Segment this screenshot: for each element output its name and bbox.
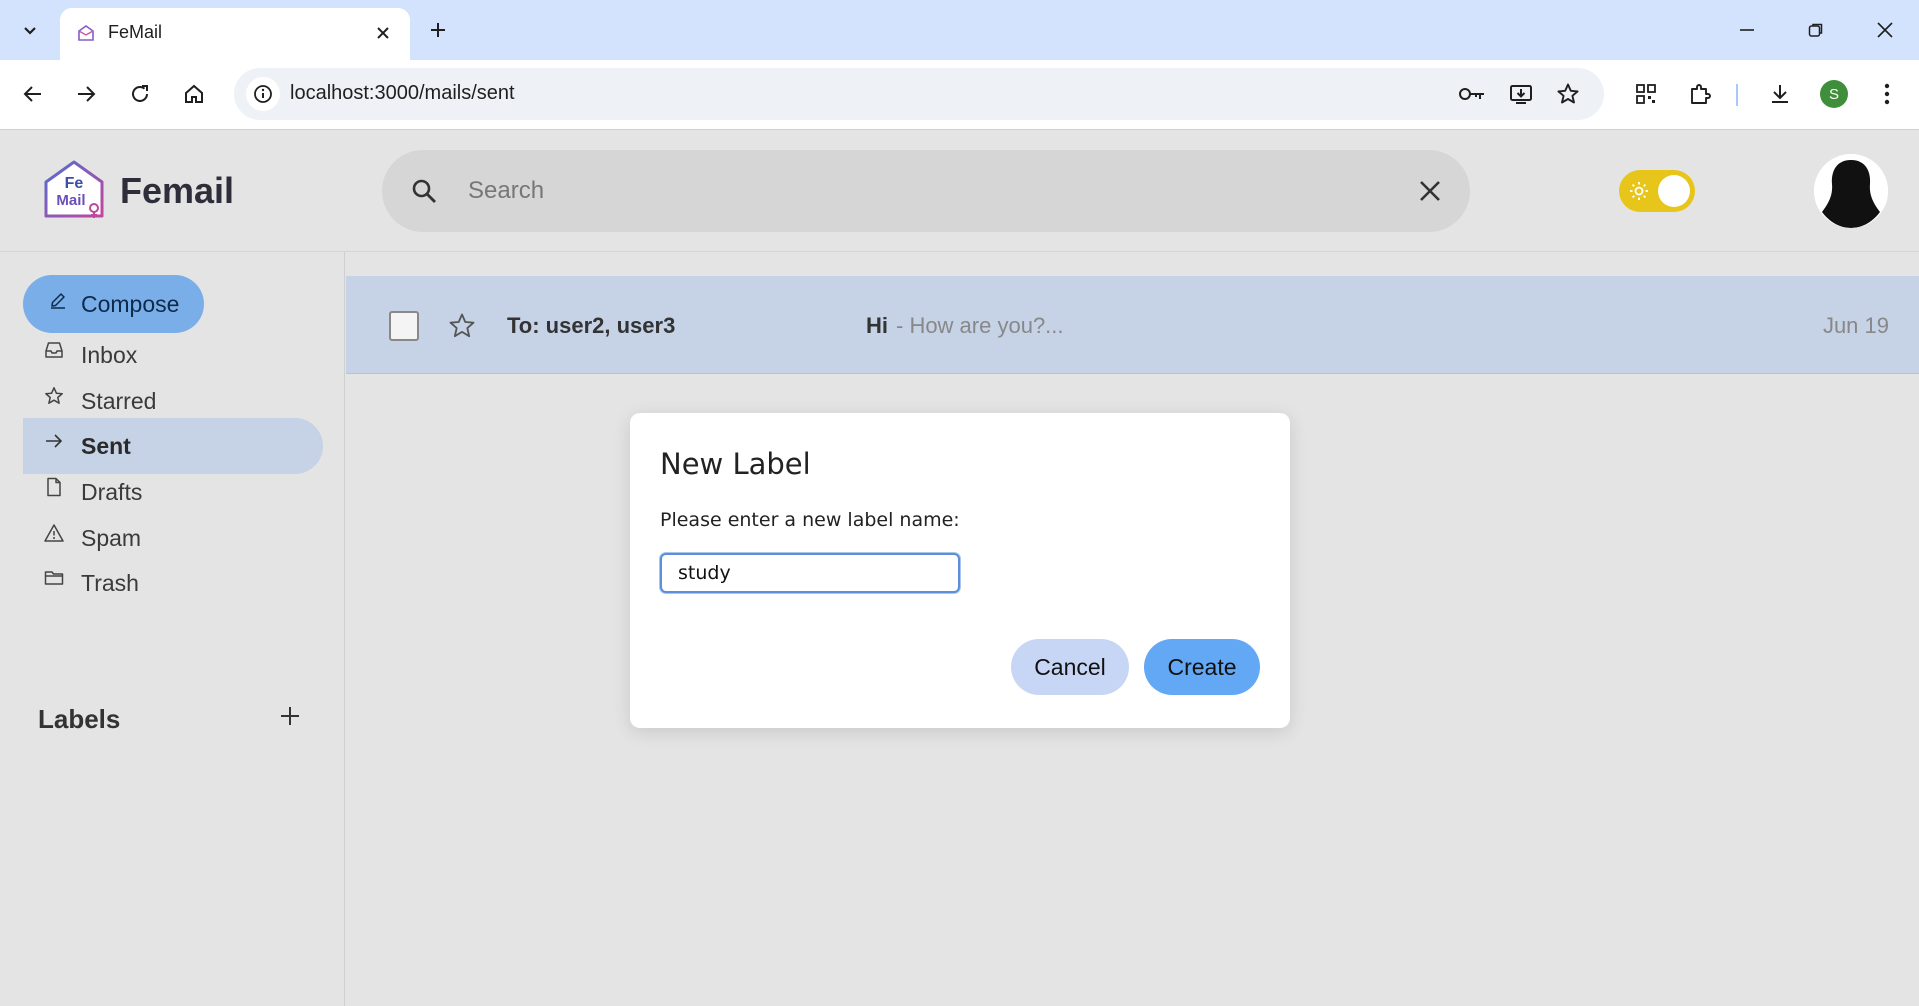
new-label-dialog: New Label Please enter a new label name:… xyxy=(630,413,1290,728)
sidebar-item-label: Sent xyxy=(81,432,131,459)
more-vert-icon xyxy=(1884,83,1890,105)
search-button[interactable] xyxy=(406,173,442,209)
download-icon xyxy=(1772,85,1788,103)
folder-icon xyxy=(43,567,65,589)
sidebar-item-label: Trash xyxy=(81,569,139,596)
app-header: Fe Mail Femail xyxy=(0,130,1919,252)
downloads-button[interactable] xyxy=(1760,74,1800,114)
password-key-button[interactable] xyxy=(1456,78,1488,110)
close-window-button[interactable] xyxy=(1860,10,1910,50)
arrow-left-icon xyxy=(23,86,41,102)
url-text: localhost:3000/mails/sent xyxy=(290,82,515,104)
star-icon xyxy=(449,313,475,338)
tab-close-button[interactable] xyxy=(370,20,396,46)
browser-tabstrip: FeMail xyxy=(0,0,1919,60)
close-icon xyxy=(1420,181,1440,201)
search-icon xyxy=(412,179,436,203)
theme-toggle[interactable] xyxy=(1619,170,1695,212)
send-arrow-icon xyxy=(43,430,65,452)
user-avatar[interactable] xyxy=(1814,154,1888,228)
search-input[interactable] xyxy=(468,170,1368,212)
profile-avatar: S xyxy=(1820,80,1848,108)
close-icon xyxy=(377,27,389,39)
install-app-button[interactable] xyxy=(1505,78,1537,110)
compose-button[interactable]: Compose xyxy=(23,275,204,333)
install-icon xyxy=(1510,85,1532,104)
plus-icon xyxy=(281,707,299,725)
mail-select-checkbox[interactable] xyxy=(389,311,419,341)
sidebar-item-label: Starred xyxy=(81,387,157,414)
browser-tab[interactable]: FeMail xyxy=(60,8,410,60)
mail-date: Jun 19 xyxy=(1822,313,1889,338)
star-icon xyxy=(43,385,65,407)
compose-label: Compose xyxy=(81,290,180,317)
mail-recipients: To: user2, user3 xyxy=(507,313,676,338)
label-name-input[interactable] xyxy=(660,553,960,593)
info-icon xyxy=(254,85,272,103)
mail-subject: Hi xyxy=(866,313,888,338)
back-button[interactable] xyxy=(13,74,53,114)
warning-icon xyxy=(43,522,65,544)
clear-search-button[interactable] xyxy=(1412,173,1448,209)
arrow-right-icon xyxy=(78,86,96,102)
sun-icon xyxy=(1627,179,1651,203)
star-icon xyxy=(1557,83,1579,104)
restore-button[interactable] xyxy=(1791,10,1841,50)
home-button[interactable] xyxy=(174,74,214,114)
new-tab-button[interactable] xyxy=(422,12,454,48)
key-icon xyxy=(1459,88,1484,100)
plus-icon xyxy=(431,23,445,37)
file-icon xyxy=(43,476,65,498)
mail-star-button[interactable] xyxy=(446,310,478,342)
svg-text:Fe: Fe xyxy=(65,175,84,192)
bookmark-star-button[interactable] xyxy=(1552,78,1584,110)
sidebar: Compose Inbox Starred Sent Drafts Spam T… xyxy=(0,252,345,1006)
browser-toolbar: localhost:3000/mails/sent S xyxy=(0,60,1919,130)
add-label-button[interactable] xyxy=(274,700,306,732)
mail-snippet: - How are you?... xyxy=(896,313,1064,338)
profile-button[interactable]: S xyxy=(1814,74,1854,114)
inbox-icon xyxy=(43,339,65,361)
labels-heading: Labels xyxy=(38,704,121,734)
forward-button[interactable] xyxy=(66,74,106,114)
sidebar-item-label: Inbox xyxy=(81,341,138,368)
user-silhouette-icon xyxy=(1814,154,1888,228)
tab-title: FeMail xyxy=(108,22,163,42)
browser-menu-button[interactable] xyxy=(1867,74,1907,114)
close-icon xyxy=(1877,22,1893,38)
tab-search-button[interactable] xyxy=(10,10,50,50)
chevron-down-icon xyxy=(24,27,36,35)
toggle-knob xyxy=(1658,175,1690,207)
qr-code-button[interactable] xyxy=(1626,74,1666,114)
search-bar xyxy=(382,150,1470,232)
cancel-button[interactable]: Cancel xyxy=(1011,639,1129,695)
home-icon xyxy=(185,84,203,103)
reload-icon xyxy=(132,85,148,102)
qr-code-icon xyxy=(1636,84,1656,104)
mail-row[interactable]: To: user2, user3 Hi - How are you?... Ju… xyxy=(346,276,1919,374)
puzzle-icon xyxy=(1691,84,1711,104)
create-button[interactable]: Create xyxy=(1144,639,1260,695)
toolbar-divider xyxy=(1736,84,1738,106)
sidebar-item-label: Spam xyxy=(81,524,142,551)
dialog-prompt: Please enter a new label name: xyxy=(660,509,960,531)
svg-text:Mail: Mail xyxy=(56,192,85,209)
site-info-button[interactable] xyxy=(246,77,280,111)
extensions-button[interactable] xyxy=(1680,74,1720,114)
minimize-button[interactable] xyxy=(1722,10,1772,50)
reload-button[interactable] xyxy=(120,74,160,114)
dialog-title: New Label xyxy=(660,447,811,481)
femail-favicon-icon xyxy=(78,25,94,41)
sidebar-item-label: Drafts xyxy=(81,478,143,505)
femail-logo[interactable]: Fe Mail xyxy=(42,158,106,222)
restore-icon xyxy=(1808,23,1823,37)
brand-name: Femail xyxy=(120,170,235,211)
sidebar-item-trash[interactable]: Trash xyxy=(23,555,323,611)
minimize-icon xyxy=(1740,29,1754,31)
pencil-icon xyxy=(51,293,65,309)
address-bar[interactable]: localhost:3000/mails/sent xyxy=(234,68,1604,120)
